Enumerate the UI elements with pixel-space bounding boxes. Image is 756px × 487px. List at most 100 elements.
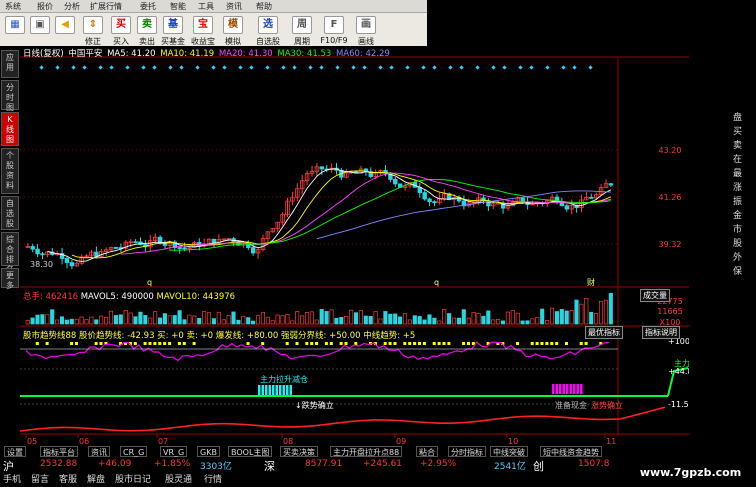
signal-block: [246, 342, 250, 345]
status-link-6[interactable]: 行情: [204, 472, 222, 485]
menu-item-8[interactable]: 帮助: [256, 1, 272, 12]
signal-block: [143, 342, 147, 345]
left-nav: 应用分时图K线图个股资料自选股综合排名更多: [0, 46, 21, 458]
toolbar-button-0[interactable]: ▦: [2, 14, 28, 45]
status-link-5[interactable]: 股灵通: [165, 472, 192, 485]
indicator-explain-button[interactable]: 指标说明: [642, 326, 680, 339]
volume-bar: [157, 317, 163, 325]
annotation-prepare: 准备现金: [555, 400, 587, 410]
menu-item-6[interactable]: 工具: [198, 1, 214, 12]
indicator-tab-6[interactable]: BOOL主图: [228, 446, 273, 457]
volume-bar: [398, 316, 403, 325]
magenta-signal-bar: [573, 384, 576, 394]
indicator-tab-8[interactable]: 主力开盘拉升点88: [330, 446, 403, 457]
nav-tab-3[interactable]: 个股资料: [1, 148, 19, 194]
toolbar-button-7[interactable]: 宝收益宝: [190, 14, 216, 46]
toolbar-button-3[interactable]: ⇕ 修正: [80, 14, 106, 46]
volume-bar: [608, 292, 613, 325]
magenta-signal-bar: [562, 384, 565, 394]
indicator-tab-2[interactable]: 资讯: [88, 446, 110, 457]
volume-info-line: 总手: 462416 MAVOL5: 490000 MAVOL10: 44397…: [23, 290, 235, 302]
candle-body: [182, 247, 187, 250]
toolbar-button-1[interactable]: ▣: [27, 14, 53, 45]
signal-block: [422, 342, 426, 345]
signal-block: [148, 342, 152, 345]
indicator-tab-9[interactable]: 粘合: [416, 446, 438, 457]
menu-item-0[interactable]: 系统: [5, 1, 21, 12]
low-price-marker: 38.30: [30, 260, 53, 269]
signal-block: [530, 342, 534, 345]
kline-chart[interactable]: 43.2041.2639.3238.30q q 财2277511665X100+10…: [20, 46, 689, 458]
menu-item-1[interactable]: 报价: [37, 1, 53, 12]
toolbar-button-5[interactable]: 卖卖出: [134, 14, 160, 46]
toolbar-button-6[interactable]: 基买基金: [160, 14, 186, 46]
candle-body: [589, 196, 594, 199]
menu-item-3[interactable]: 扩展行情: [90, 1, 122, 12]
indicator-tab-3[interactable]: CR_G: [120, 446, 148, 457]
volume-button[interactable]: 成交量: [640, 289, 670, 302]
indicator-tab-12[interactable]: 短中线资金趋势: [540, 446, 602, 457]
sz-index: 8577.91: [305, 459, 343, 469]
menu-item-5[interactable]: 智能: [170, 1, 186, 12]
ma10-value: MA10: 41.19: [160, 49, 215, 59]
volume-bar: [353, 312, 359, 325]
right-panel-item-7: 金: [733, 211, 743, 221]
toolbar-button-9[interactable]: 选自选股: [252, 14, 284, 46]
indicator-tab-5[interactable]: GKB: [197, 446, 220, 457]
volume-bar: [211, 318, 216, 325]
nav-tab-2[interactable]: K线图: [1, 112, 19, 146]
status-link-3[interactable]: 解盘: [87, 472, 105, 485]
status-link-4[interactable]: 股市日记: [115, 472, 151, 485]
magenta-signal-bar: [552, 384, 555, 394]
period-icon: 周: [292, 16, 312, 34]
nav-tab-4[interactable]: 自选股: [1, 196, 19, 230]
draw-icon: 画: [356, 16, 376, 34]
nav-tab-5[interactable]: 综合排名: [1, 232, 19, 274]
sh-change: +46.09: [98, 459, 132, 469]
indicator-tab-11[interactable]: 中线突破: [490, 446, 528, 457]
x-axis-label: 05: [27, 437, 37, 446]
optimize-indicator-button[interactable]: 最优指标: [585, 326, 623, 339]
volume-bar: [59, 316, 65, 325]
candle-body: [157, 236, 163, 243]
status-link-2[interactable]: 客服: [59, 472, 77, 485]
volume-bar: [339, 317, 344, 325]
toolbar-button-12[interactable]: 画画线: [350, 14, 382, 46]
signal-block: [177, 342, 181, 345]
toolbar-button-11[interactable]: F F10/F9: [318, 14, 350, 45]
volume-bar: [540, 308, 545, 325]
menu-item-2[interactable]: 分析: [64, 1, 80, 12]
volume-bar: [182, 319, 187, 325]
volume-bar: [564, 310, 569, 325]
toolbar-button-4[interactable]: 买买入: [108, 14, 134, 46]
right-panel-item-8: 市: [733, 225, 743, 235]
nav-tab-1[interactable]: 分时图: [1, 80, 19, 112]
indicator-tab-7[interactable]: 买卖决策: [280, 446, 318, 457]
toolbar-button-2[interactable]: ◀: [52, 14, 78, 45]
indicator-tab-0[interactable]: 设置: [4, 446, 26, 457]
signal-block: [70, 342, 74, 345]
volume-bar: [50, 309, 55, 325]
menu-item-4[interactable]: 委托: [140, 1, 156, 12]
toolbar-button-8[interactable]: 模模拟: [220, 14, 246, 46]
nav-tab-0[interactable]: 应用: [1, 50, 19, 78]
indicator-axis-label: -11.51: [668, 400, 689, 409]
signal-block: [329, 342, 333, 345]
menu-item-7[interactable]: 资讯: [226, 1, 242, 12]
cyan-signal-bar: [275, 385, 278, 395]
indicator-tab-10[interactable]: 分时指标: [448, 446, 486, 457]
mavol10-value: MAVOL10: 443976: [156, 292, 236, 302]
nav-tab-6[interactable]: 更多: [1, 268, 19, 290]
indicator-tab-4[interactable]: VR_G: [160, 446, 188, 457]
status-link-1[interactable]: 留言: [31, 472, 49, 485]
candle-body: [133, 241, 138, 244]
status-link-0[interactable]: 手机: [3, 472, 21, 485]
indicator-tab-1[interactable]: 指标平台: [40, 446, 78, 457]
candle-body: [40, 253, 45, 256]
toolbar-button-10[interactable]: 周周期: [286, 14, 318, 46]
volume-bar: [133, 316, 138, 325]
signal-block: [339, 342, 343, 345]
volume-bar: [64, 319, 69, 325]
main-force-label: 主力: [674, 358, 689, 368]
sell-icon: 卖: [137, 16, 157, 34]
